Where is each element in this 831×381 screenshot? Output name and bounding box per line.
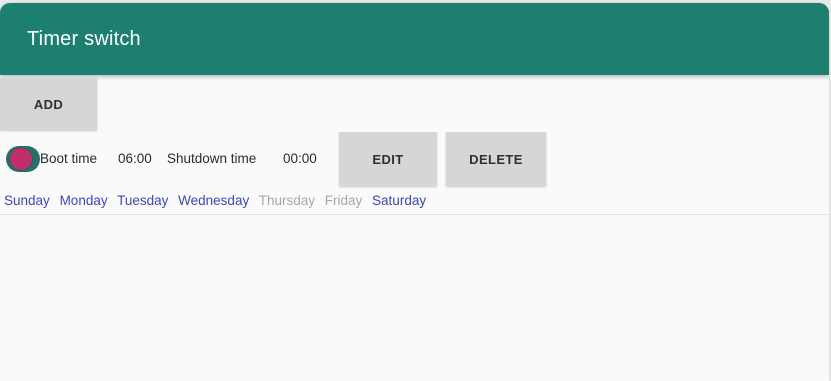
app-title: Timer switch [27, 28, 141, 50]
timer-list-empty-area [0, 215, 829, 381]
day-tuesday: Tuesday [117, 193, 169, 208]
day-saturday: Saturday [372, 193, 427, 208]
day-friday: Friday [324, 193, 363, 208]
day-wednesday: Wednesday [178, 193, 250, 208]
delete-button[interactable]: DELETE [446, 132, 546, 186]
shutdown-time-value: 00:00 [283, 151, 317, 166]
app-bar: Timer switch [0, 3, 829, 75]
day-thursday: Thursday [258, 193, 315, 208]
boot-time-label: Boot time [40, 151, 98, 166]
shutdown-time-label: Shutdown time [167, 151, 257, 166]
add-button[interactable]: ADD [0, 78, 97, 130]
toggle-thumb[interactable] [10, 148, 32, 170]
weekday-list: Sunday Monday Tuesday Wednesday Thursday… [4, 193, 432, 208]
day-monday: Monday [59, 193, 108, 208]
boot-time-value: 06:00 [118, 151, 152, 166]
edit-button[interactable]: EDIT [339, 132, 437, 186]
day-sunday: Sunday [4, 193, 50, 208]
app-window: Timer switch ADD Boot time 06:00 Shutdow… [0, 3, 829, 381]
